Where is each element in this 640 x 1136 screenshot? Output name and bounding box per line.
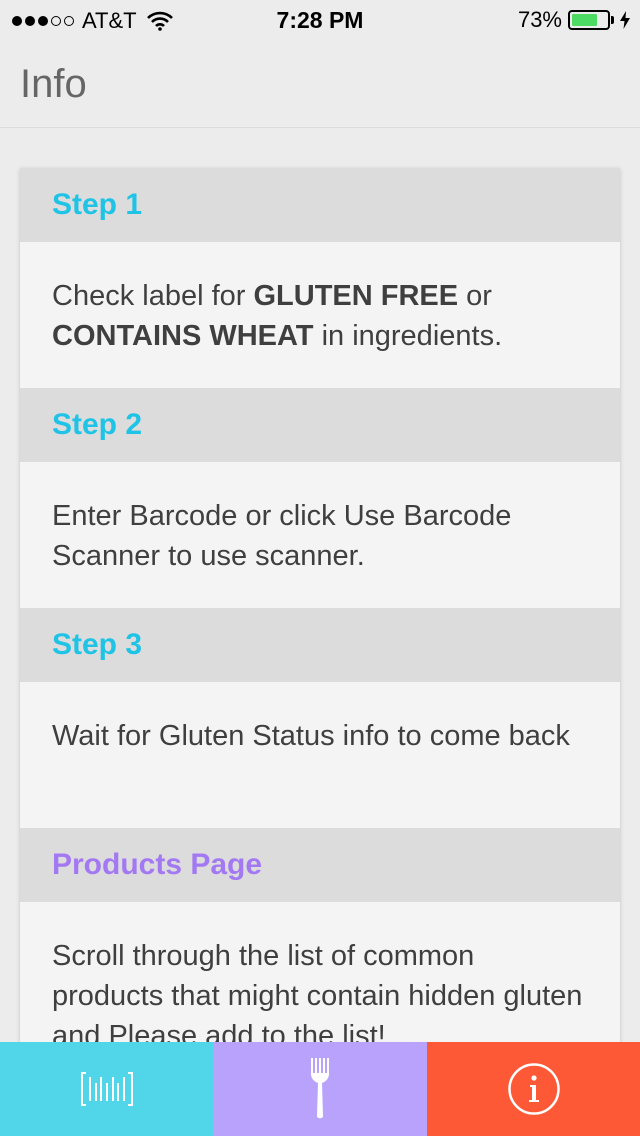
tab-scanner[interactable] (0, 1042, 213, 1136)
tab-bar (0, 1042, 640, 1136)
charging-bolt-icon (620, 11, 630, 29)
battery-tip (611, 16, 614, 24)
tab-products[interactable] (213, 1042, 427, 1136)
products-page-body: Scroll through the list of common produc… (20, 902, 620, 1052)
status-bar: AT&T 7:28 PM 73% (0, 0, 640, 40)
step-3-heading: Step 3 (20, 608, 620, 682)
step-1-heading: Step 1 (20, 168, 620, 242)
fork-icon (311, 1058, 329, 1119)
contains-wheat-emphasis: CONTAINS WHEAT (52, 320, 314, 352)
gluten-free-emphasis: GLUTEN FREE (253, 280, 459, 312)
navigation-bar: Info (0, 40, 640, 128)
screen: AT&T 7:28 PM 73% Info Step 1 Check label (0, 0, 640, 1136)
barcode-icon (80, 1072, 133, 1106)
status-right: 73% (518, 7, 630, 33)
step-3-body: Wait for Gluten Status info to come back (20, 682, 620, 828)
battery-percent: 73% (517, 7, 562, 32)
battery-icon (568, 10, 610, 30)
step-1-body: Check label for GLUTEN FREE or CONTAINS … (20, 242, 620, 388)
info-icon (507, 1063, 560, 1115)
tab-info[interactable] (427, 1042, 640, 1136)
step-1-text: Check label for (52, 280, 254, 312)
step-1-text: or (458, 280, 492, 312)
info-card[interactable]: Step 1 Check label for GLUTEN FREE or CO… (20, 168, 620, 1068)
page-title: Info (20, 62, 87, 106)
step-1-text: in ingredients. (313, 320, 503, 352)
products-page-heading: Products Page (20, 828, 620, 902)
step-2-body: Enter Barcode or click Use Barcode Scann… (20, 462, 620, 608)
battery-fill (572, 14, 597, 26)
step-2-heading: Step 2 (20, 388, 620, 462)
